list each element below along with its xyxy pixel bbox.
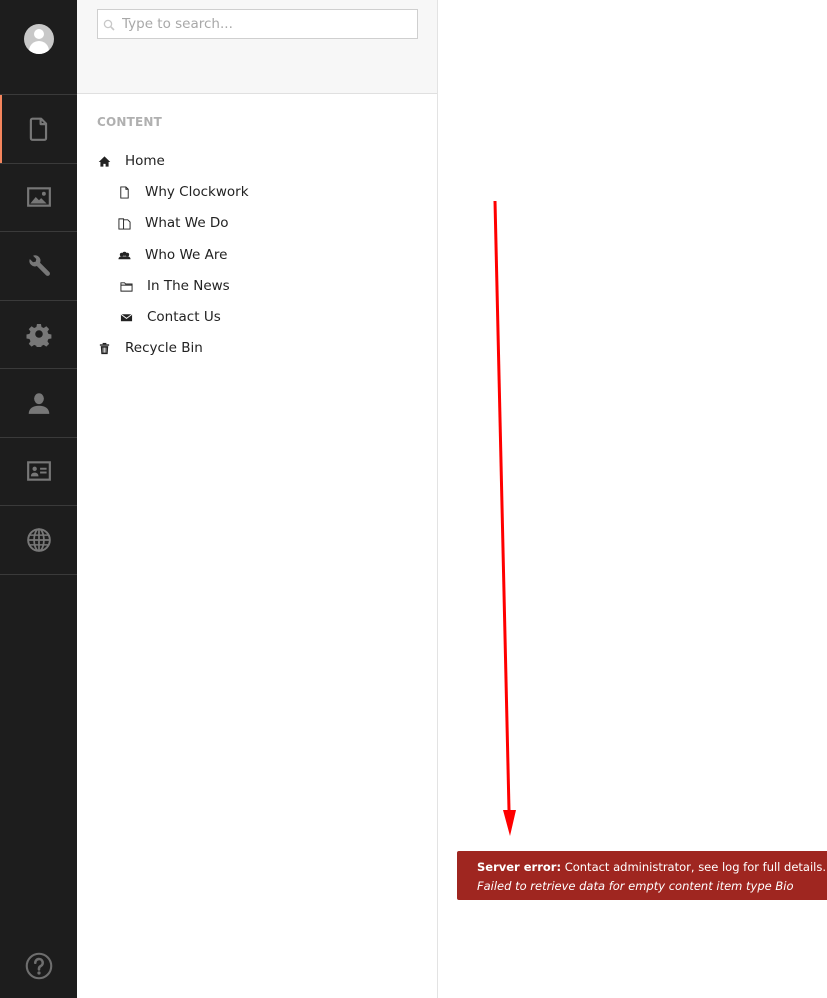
documents-icon [117, 216, 131, 230]
tree-node-recycle-bin[interactable]: Recycle Bin [97, 340, 203, 356]
section-members[interactable] [0, 438, 77, 506]
help-button[interactable] [0, 952, 77, 980]
section-content[interactable] [0, 95, 77, 164]
document-icon [29, 117, 47, 141]
user-icon [28, 393, 49, 414]
tree-node-label: Why Clockwork [145, 184, 249, 200]
trash-icon [97, 341, 111, 355]
users-icon [117, 248, 131, 262]
wrench-icon [28, 255, 50, 276]
globe-icon [26, 527, 51, 552]
content-tree-panel: CONTENT Home Why Clockwork What We Do Wh… [77, 0, 438, 998]
server-error-notification: Server error: Contact administrator, see… [457, 851, 827, 900]
search-area [77, 0, 437, 94]
tree-node-label: What We Do [145, 215, 229, 231]
app: CONTENT Home Why Clockwork What We Do Wh… [0, 0, 827, 998]
tree-node-why-clockwork[interactable]: Why Clockwork [117, 184, 249, 200]
section-developer[interactable] [0, 301, 77, 369]
search-input[interactable] [122, 10, 412, 38]
envelope-icon [119, 310, 133, 324]
image-icon [26, 187, 51, 207]
tree-node-contact-us[interactable]: Contact Us [119, 309, 221, 325]
section-translation[interactable] [0, 506, 77, 575]
home-icon [97, 154, 111, 168]
tree-node-label: Home [125, 153, 165, 169]
folder-icon [119, 279, 133, 293]
tree-section-title: CONTENT [97, 115, 163, 129]
section-media[interactable] [0, 164, 77, 232]
error-title: Server error: [477, 860, 562, 874]
help-circle-icon [25, 952, 52, 980]
tree-node-who-we-are[interactable]: Who We Are [117, 247, 227, 263]
error-message: Contact administrator, see log for full … [564, 860, 826, 874]
user-avatar-button[interactable] [0, 0, 77, 95]
document-icon [117, 185, 131, 199]
tree-node-label: In The News [147, 278, 230, 294]
search-icon [103, 19, 115, 31]
error-detail: Failed to retrieve data for empty conten… [477, 879, 794, 893]
tree-node-label: Recycle Bin [125, 340, 203, 356]
tree-node-home[interactable]: Home [97, 153, 165, 169]
section-settings[interactable] [0, 232, 77, 301]
id-card-icon [26, 461, 51, 481]
gear-icon [25, 324, 51, 348]
annotation-arrow-shaft [493, 200, 511, 811]
error-message-line: Server error: Contact administrator, see… [477, 858, 827, 877]
tree-node-label: Contact Us [147, 309, 221, 325]
tree-node-in-the-news[interactable]: In The News [119, 278, 230, 294]
section-users[interactable] [0, 369, 77, 438]
section-rail [0, 0, 77, 998]
user-avatar-icon [23, 24, 54, 54]
tree-node-label: Who We Are [145, 247, 228, 263]
tree-node-what-we-do[interactable]: What We Do [117, 215, 229, 231]
annotation-arrow-head [503, 810, 516, 836]
search-box[interactable] [97, 9, 418, 39]
